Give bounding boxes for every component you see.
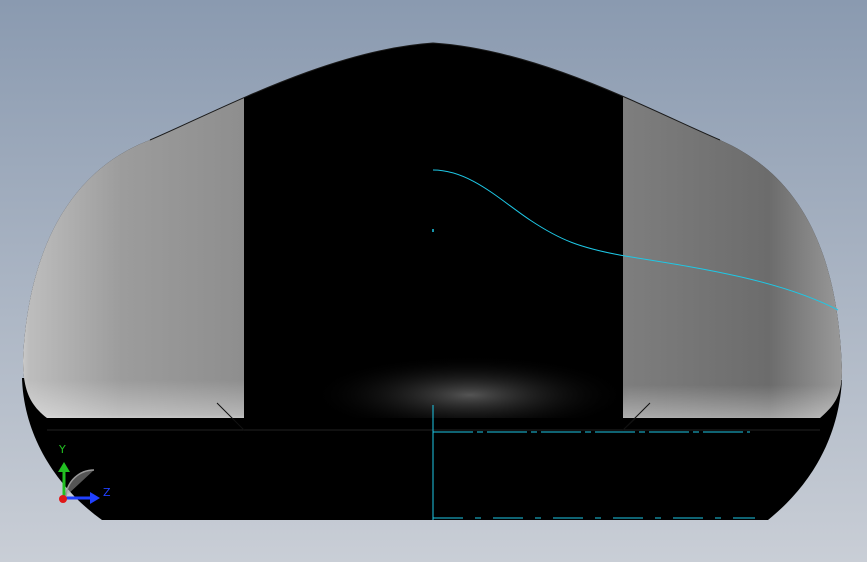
triad-y-label: Y (59, 443, 66, 456)
triad-z-label: Z (103, 486, 111, 499)
x-axis-dot-icon (59, 495, 67, 503)
model-view[interactable] (0, 0, 867, 562)
graphics-viewport[interactable]: Y Z (0, 0, 867, 562)
